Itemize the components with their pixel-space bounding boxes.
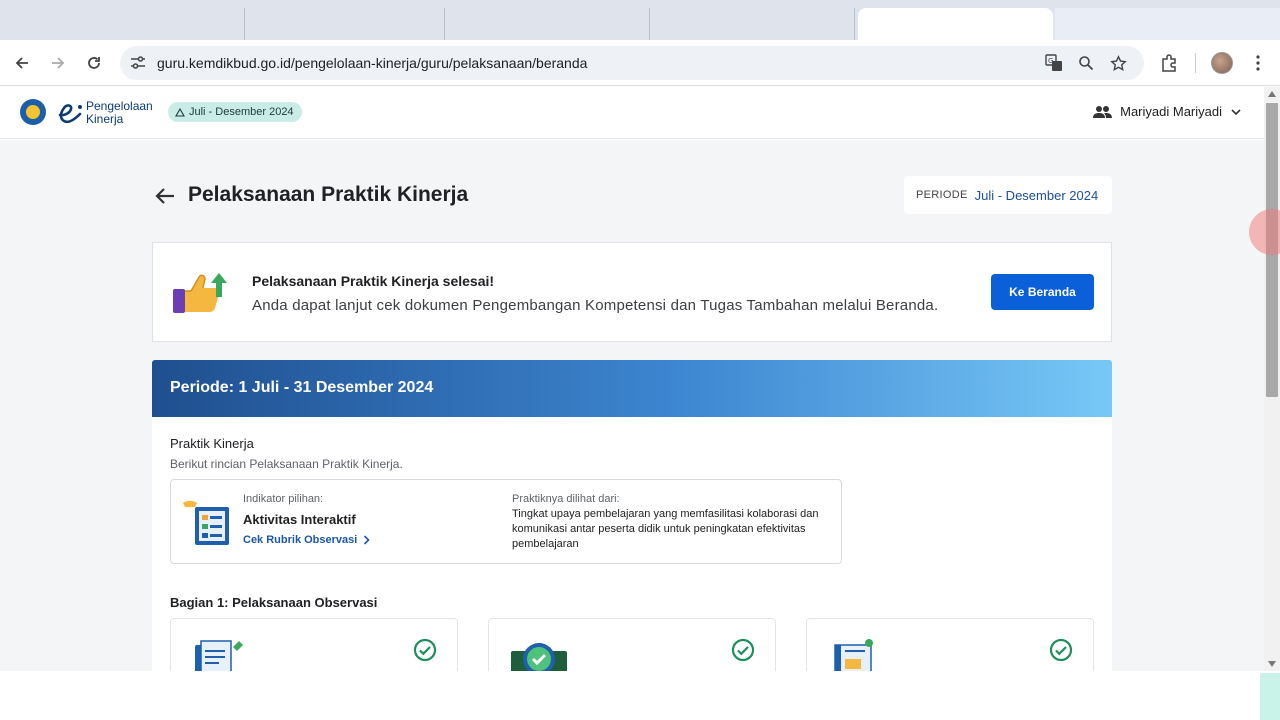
forward-icon[interactable] xyxy=(46,51,70,75)
svg-text:G: G xyxy=(1048,57,1053,65)
ke-beranda-button[interactable]: Ke Beranda xyxy=(991,274,1094,310)
reload-icon[interactable] xyxy=(82,51,106,75)
pengelolaan-kinerja-logo[interactable] xyxy=(56,99,84,125)
completion-title: Pelaksanaan Praktik Kinerja selesai! xyxy=(252,273,495,289)
thumbs-up-icon xyxy=(173,269,233,315)
periode-label: PERIODE xyxy=(916,189,968,201)
page-content: Pelaksanaan Praktik Kinerja PERIODE Juli… xyxy=(0,140,1264,671)
arrow-left-icon[interactable] xyxy=(153,184,177,208)
browser-tab-active[interactable] xyxy=(858,8,1053,40)
toolbar-divider xyxy=(1195,53,1196,73)
chevron-right-icon xyxy=(364,535,370,545)
period-banner: Periode: 1 Juli - 31 Desember 2024 xyxy=(152,360,1112,417)
praktik-panel: Praktik Kinerja Berikut rincian Pelaksan… xyxy=(152,417,1112,671)
browser-tab[interactable] xyxy=(445,8,650,40)
url-text[interactable]: guru.kemdikbud.go.id/pengelolaan-kinerja… xyxy=(157,55,587,71)
brand-name[interactable]: Pengelolaan Kinerja xyxy=(86,100,153,126)
indicator-name: Aktivitas Interaktif xyxy=(243,512,356,527)
browser-toolbar: guru.kemdikbud.go.id/pengelolaan-kinerja… xyxy=(0,40,1280,86)
periode-box: PERIODE Juli - Desember 2024 xyxy=(904,176,1112,214)
period-chip-label: Juli - Desember 2024 xyxy=(189,106,294,118)
page-title: Pelaksanaan Praktik Kinerja xyxy=(188,183,469,206)
page-scrollbar[interactable] xyxy=(1264,87,1280,671)
praktik-subtitle: Berikut rincian Pelaksanaan Praktik Kine… xyxy=(170,457,403,471)
document-pen-icon xyxy=(193,637,249,671)
site-settings-icon[interactable] xyxy=(128,54,148,72)
seen-description: Tingkat upaya pembelajaran yang memfasil… xyxy=(512,508,819,550)
back-icon[interactable] xyxy=(10,51,34,75)
observation-card[interactable] xyxy=(806,618,1094,671)
indicator-illustration-icon xyxy=(183,497,231,547)
kemdikbud-logo xyxy=(20,99,46,125)
bookmark-star-icon[interactable] xyxy=(1108,54,1128,72)
kebab-menu-icon[interactable] xyxy=(1246,51,1270,75)
presentation-board-icon xyxy=(829,637,885,671)
bottom-strip xyxy=(0,671,1280,720)
scroll-up-arrow-icon[interactable] xyxy=(1268,91,1276,97)
brand-line-2: Kinerja xyxy=(86,112,124,126)
completion-card: Pelaksanaan Praktik Kinerja selesai! And… xyxy=(152,242,1112,342)
browser-tab[interactable] xyxy=(650,8,855,40)
completion-message: Anda dapat lanjut cek dokumen Pengembang… xyxy=(252,297,939,314)
indicator-card: Indikator pilihan: Aktivitas Interaktif … xyxy=(170,479,842,564)
bottom-corner-block xyxy=(1260,673,1280,720)
chevron-down-icon xyxy=(1231,108,1241,115)
period-chip: Juli - Desember 2024 xyxy=(168,102,302,122)
observation-card[interactable] xyxy=(170,618,458,671)
translate-icon[interactable]: G xyxy=(1044,54,1064,72)
people-icon xyxy=(1093,105,1113,118)
rubric-link[interactable]: Cek Rubrik Observasi xyxy=(243,534,370,546)
verified-board-icon xyxy=(511,637,567,671)
browser-tab[interactable] xyxy=(245,8,445,40)
user-menu[interactable]: Mariyadi Mariyadi xyxy=(1093,104,1242,119)
zoom-icon[interactable] xyxy=(1076,54,1096,72)
observation-card[interactable] xyxy=(488,618,776,671)
user-name: Mariyadi Mariyadi xyxy=(1120,104,1222,119)
rubric-link-label[interactable]: Cek Rubrik Observasi xyxy=(243,534,357,546)
browser-tabstrip xyxy=(0,0,1280,40)
praktik-title: Praktik Kinerja xyxy=(170,436,254,451)
site-header: Pengelolaan Kinerja Juli - Desember 2024… xyxy=(0,87,1264,139)
extensions-icon[interactable] xyxy=(1157,51,1181,75)
indicator-label: Indikator pilihan: xyxy=(243,493,324,505)
tabstrip-empty-area xyxy=(1055,8,1280,40)
browser-tab[interactable] xyxy=(0,8,245,40)
address-bar[interactable]: guru.kemdikbud.go.id/pengelolaan-kinerja… xyxy=(120,46,1144,80)
scroll-down-arrow-icon[interactable] xyxy=(1268,661,1276,667)
check-circle-icon xyxy=(413,638,437,662)
period-banner-text: Periode: 1 Juli - 31 Desember 2024 xyxy=(170,379,434,396)
section-title: Bagian 1: Pelaksanaan Observasi xyxy=(170,595,378,610)
seen-label: Praktiknya dilihat dari: xyxy=(512,493,620,505)
check-circle-icon xyxy=(731,638,755,662)
warning-triangle-icon xyxy=(175,107,185,117)
periode-value: Juli - Desember 2024 xyxy=(974,187,1099,203)
profile-avatar[interactable] xyxy=(1211,52,1233,74)
check-circle-icon xyxy=(1049,638,1073,662)
